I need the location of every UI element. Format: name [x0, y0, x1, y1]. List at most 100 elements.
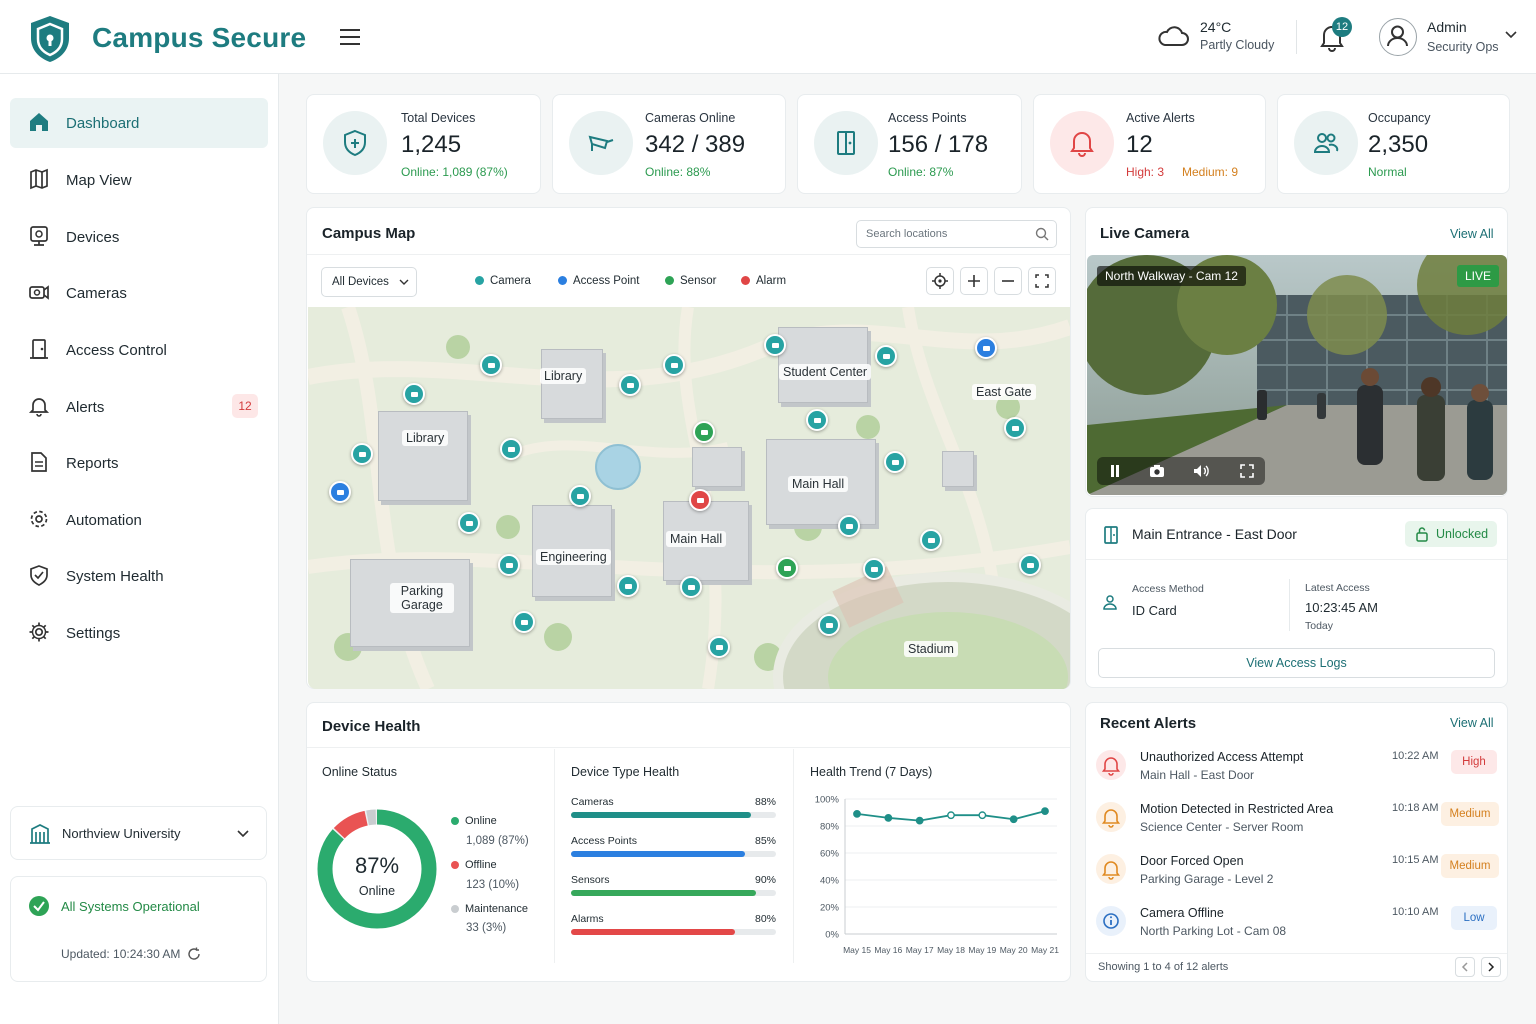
data-point[interactable]	[1009, 815, 1018, 824]
camera-pin[interactable]	[500, 438, 522, 460]
access-point-pin[interactable]	[329, 481, 351, 503]
fullscreen-button[interactable]	[1028, 267, 1056, 295]
device-filter-select[interactable]: All Devices	[321, 267, 417, 297]
camera-pin[interactable]	[708, 636, 730, 658]
y-tick-label: 60%	[820, 849, 840, 860]
sidebar-item-system-health[interactable]: System Health	[10, 551, 268, 601]
sidebar-item-devices[interactable]: Devices	[10, 212, 268, 262]
camera-pin[interactable]	[806, 409, 828, 431]
device-health-card: Device Health Online Status 87% Online O…	[306, 702, 1071, 982]
camera-pin[interactable]	[458, 512, 480, 534]
sidebar-item-settings[interactable]: Settings	[10, 608, 268, 658]
x-tick-label: May 19	[968, 945, 996, 955]
sidebar-item-label: Dashboard	[66, 114, 140, 132]
sidebar-item-access-control[interactable]: Access Control	[10, 325, 268, 375]
view-access-logs-button[interactable]: View Access Logs	[1098, 648, 1495, 678]
legend-label: Offline	[465, 859, 497, 871]
alert-time: 10:15 AM	[1392, 854, 1439, 866]
refresh-icon[interactable]	[187, 947, 201, 961]
avatar[interactable]	[1379, 18, 1417, 56]
camera-pin[interactable]	[863, 558, 885, 580]
view-all-alerts-link[interactable]: View All	[1450, 716, 1494, 730]
camera-pin[interactable]	[619, 374, 641, 396]
filter-value: All Devices	[332, 276, 389, 288]
search-input[interactable]: Search locations	[856, 220, 1057, 248]
access-point-pin[interactable]	[975, 337, 997, 359]
volume-icon[interactable]	[1193, 464, 1211, 478]
data-point[interactable]	[915, 816, 924, 825]
map-label-library: Library	[540, 368, 587, 384]
camera-pin[interactable]	[818, 614, 840, 636]
live-badge: LIVE	[1457, 265, 1500, 287]
camera-pin[interactable]	[884, 451, 906, 473]
camera-pin[interactable]	[1004, 417, 1026, 439]
camera-pin[interactable]	[480, 354, 502, 376]
data-point[interactable]	[884, 813, 893, 822]
person-icon	[1103, 594, 1117, 610]
sidebar-item-cameras[interactable]: Cameras	[10, 268, 268, 318]
sidebar-item-reports[interactable]: Reports	[10, 438, 268, 488]
camera-pin[interactable]	[764, 334, 786, 356]
snapshot-camera-icon[interactable]	[1149, 464, 1165, 478]
legend-alarm: Alarm	[741, 275, 786, 287]
data-point[interactable]	[1041, 807, 1049, 816]
sidebar-item-dashboard[interactable]: Dashboard	[10, 98, 268, 148]
legend-label: Sensor	[680, 275, 717, 287]
camera-feed[interactable]: North Walkway - Cam 12 LIVE	[1087, 255, 1507, 495]
sidebar-item-alerts[interactable]: Alerts 12	[10, 382, 268, 432]
hamburger-menu-icon[interactable]	[340, 28, 360, 46]
prev-page-button[interactable]	[1455, 957, 1475, 977]
sidebar-item-automation[interactable]: Automation	[10, 495, 268, 545]
camera-pin[interactable]	[920, 529, 942, 551]
health-bar-track	[571, 890, 776, 896]
data-point[interactable]	[853, 809, 861, 818]
data-point[interactable]	[978, 811, 987, 820]
locate-button[interactable]	[926, 267, 954, 295]
access-method-label: Access Method	[1132, 583, 1204, 595]
org-selector[interactable]: Northview University	[10, 806, 267, 860]
sensor-pin[interactable]	[776, 557, 798, 579]
camera-pin[interactable]	[1019, 554, 1041, 576]
camera-pin[interactable]	[513, 611, 535, 633]
alert-item[interactable]: Camera Offline North Parking Lot - Cam 0…	[1096, 902, 1500, 954]
zoom-in-button[interactable]	[960, 267, 988, 295]
sidebar-item-map-view[interactable]: Map View	[10, 155, 268, 205]
stat-card-active-alerts: Active Alerts 12 High: 3 Medium: 9	[1033, 94, 1266, 194]
sensor-pin[interactable]	[693, 421, 715, 443]
alert-title: Door Forced Open	[1140, 854, 1244, 868]
alert-item[interactable]: Motion Detected in Restricted Area Scien…	[1096, 798, 1500, 850]
camera-pin[interactable]	[498, 554, 520, 576]
camera-pin[interactable]	[680, 576, 702, 598]
y-tick-label: 100%	[815, 795, 840, 806]
view-all-cameras-link[interactable]: View All	[1450, 227, 1494, 241]
building	[378, 411, 468, 501]
legend-dot	[475, 276, 484, 285]
divider	[307, 254, 1070, 255]
alert-item[interactable]: Unauthorized Access Attempt Main Hall - …	[1096, 746, 1500, 798]
system-status-text: All Systems Operational	[61, 899, 200, 914]
zoom-out-button[interactable]	[994, 267, 1022, 295]
camera-pin[interactable]	[351, 443, 373, 465]
camera-pin[interactable]	[617, 575, 639, 597]
camera-pin[interactable]	[569, 485, 591, 507]
camera-pin[interactable]	[663, 354, 685, 376]
camera-pin[interactable]	[875, 345, 897, 367]
legend-label: Access Point	[573, 275, 640, 287]
fullscreen-icon[interactable]	[1240, 464, 1254, 478]
data-point[interactable]	[947, 811, 955, 820]
legend-maintenance-value: 33 (3%)	[466, 922, 507, 934]
stat-title: Occupancy	[1368, 111, 1431, 125]
stat-value: 156 / 178	[888, 131, 989, 158]
health-bar-track	[571, 929, 776, 935]
severity-badge: High	[1451, 750, 1497, 774]
next-page-button[interactable]	[1481, 957, 1501, 977]
alarm-pin[interactable]	[689, 489, 711, 511]
camera-pin[interactable]	[838, 515, 860, 537]
alert-item[interactable]: Door Forced Open Parking Garage - Level …	[1096, 850, 1500, 902]
stat-title: Cameras Online	[645, 111, 736, 125]
campus-map-canvas[interactable]: Library Library Student Center East Gate…	[308, 307, 1070, 689]
camera-pin[interactable]	[403, 383, 425, 405]
pause-icon[interactable]	[1109, 465, 1121, 477]
chevron-down-icon[interactable]	[1505, 31, 1517, 39]
alert-time: 10:18 AM	[1392, 802, 1439, 814]
